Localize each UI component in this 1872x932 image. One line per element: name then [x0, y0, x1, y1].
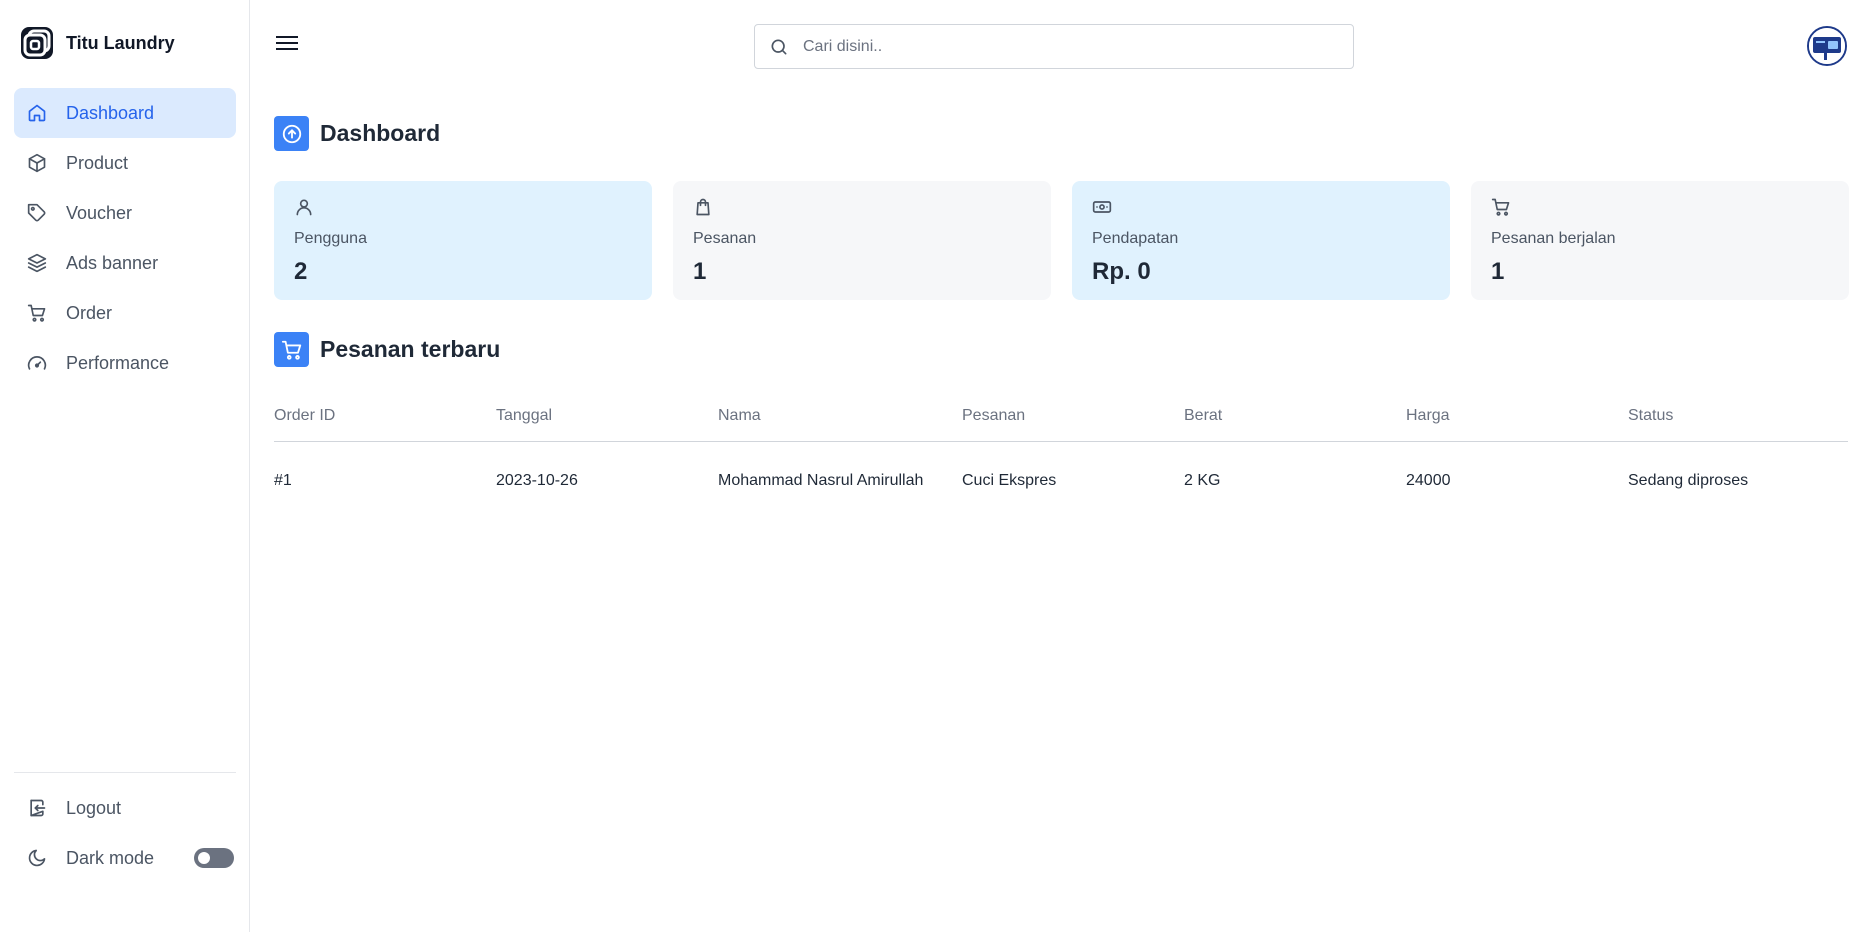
stat-card-pengguna: Pengguna 2: [274, 181, 652, 300]
stat-label: Pesanan berjalan: [1491, 230, 1616, 247]
dark-mode-row: Dark mode: [14, 833, 236, 883]
column-header: Harga: [1406, 406, 1450, 424]
sidebar-item-ads-banner[interactable]: Ads banner: [14, 238, 236, 288]
cart-icon: [1491, 198, 1510, 216]
date-cell: 2023-10-26: [496, 472, 578, 489]
logout-button[interactable]: Logout: [14, 783, 236, 833]
page-title: Dashboard: [320, 120, 441, 146]
recent-orders-heading: Pesanan terbaru: [274, 332, 500, 367]
table-row[interactable]: #1 2023-10-26 Mohammad Nasrul Amirullah …: [274, 442, 1848, 520]
avatar[interactable]: [1807, 26, 1847, 66]
column-header: Berat: [1184, 406, 1223, 424]
sidebar-item-label: Voucher: [66, 202, 133, 223]
app-logo-icon: [21, 27, 53, 59]
layers-icon: [26, 252, 48, 274]
stat-value: 1: [1491, 258, 1505, 285]
sidebar-bottom: Logout Dark mode: [14, 772, 236, 883]
stat-card-pendapatan: Pendapatan Rp. 0: [1072, 181, 1450, 300]
status-cell: Sedang diproses: [1628, 472, 1749, 489]
toggle-knob: [198, 852, 210, 864]
order-type-cell: Cuci Ekspres: [962, 472, 1057, 489]
sidebar-item-voucher[interactable]: Voucher: [14, 188, 236, 238]
logout-label: Logout: [66, 797, 122, 818]
column-header: Pesanan: [962, 406, 1026, 424]
sidebar: Titu Laundry Dashboard Product Voucher A…: [0, 0, 250, 932]
box-icon: [26, 152, 48, 174]
stat-label: Pendapatan: [1092, 230, 1179, 247]
stat-card-pesanan-berjalan: Pesanan berjalan 1: [1471, 181, 1849, 300]
shopping-bag-icon: [696, 198, 710, 216]
moon-icon: [26, 847, 48, 869]
weight-cell: 2 KG: [1184, 472, 1221, 489]
sidebar-item-label: Order: [66, 302, 113, 323]
sidebar-item-label: Product: [66, 152, 129, 173]
cart-icon: [26, 302, 48, 324]
section-title: Pesanan terbaru: [320, 336, 501, 362]
avatar-image-icon: [1809, 28, 1845, 64]
column-header: Order ID: [274, 406, 336, 424]
dashboard-heading: Dashboard: [274, 116, 440, 151]
price-cell: 24000: [1406, 472, 1451, 489]
money-icon: [1092, 201, 1112, 213]
column-header: Tanggal: [496, 406, 553, 424]
stat-value: 1: [693, 258, 707, 285]
sidebar-item-dashboard[interactable]: Dashboard: [14, 88, 236, 138]
sidebar-item-product[interactable]: Product: [14, 138, 236, 188]
order-id-cell: #1: [274, 472, 292, 489]
gauge-icon: [26, 352, 48, 374]
stat-value: Rp. 0: [1092, 258, 1151, 285]
app-name: Titu Laundry: [66, 32, 175, 53]
search-bar: [754, 24, 1354, 69]
sidebar-item-order[interactable]: Order: [14, 288, 236, 338]
stat-card-pesanan: Pesanan 1: [673, 181, 1051, 300]
column-header: Status: [1628, 406, 1674, 424]
name-cell: Mohammad Nasrul Amirullah: [718, 472, 924, 489]
orders-table: Order ID Tanggal Nama Pesanan Berat Harg…: [274, 390, 1848, 520]
stat-label: Pengguna: [294, 230, 367, 247]
dark-mode-label: Dark mode: [66, 847, 155, 868]
search-icon: [771, 39, 787, 55]
sidebar-item-label: Dashboard: [66, 102, 155, 123]
dark-mode-toggle[interactable]: [194, 848, 234, 868]
hamburger-menu-icon[interactable]: [276, 34, 298, 52]
sidebar-item-label: Ads banner: [66, 252, 159, 273]
brand[interactable]: Titu Laundry: [20, 26, 175, 60]
home-icon: [26, 102, 48, 124]
tag-icon: [26, 202, 48, 224]
arrow-up-circle-icon: [274, 116, 309, 151]
stat-label: Pesanan: [693, 230, 757, 247]
user-icon: [296, 199, 312, 216]
cart-icon: [274, 332, 309, 367]
search-input[interactable]: [803, 37, 1323, 56]
stat-value: 2: [294, 258, 308, 285]
table-header: Order ID Tanggal Nama Pesanan Berat Harg…: [274, 390, 1848, 442]
sidebar-nav: Dashboard Product Voucher Ads banner Ord…: [14, 88, 236, 388]
logout-icon: [26, 797, 48, 819]
column-header: Nama: [718, 406, 761, 424]
sidebar-item-label: Performance: [66, 352, 170, 373]
sidebar-item-performance[interactable]: Performance: [14, 338, 236, 388]
